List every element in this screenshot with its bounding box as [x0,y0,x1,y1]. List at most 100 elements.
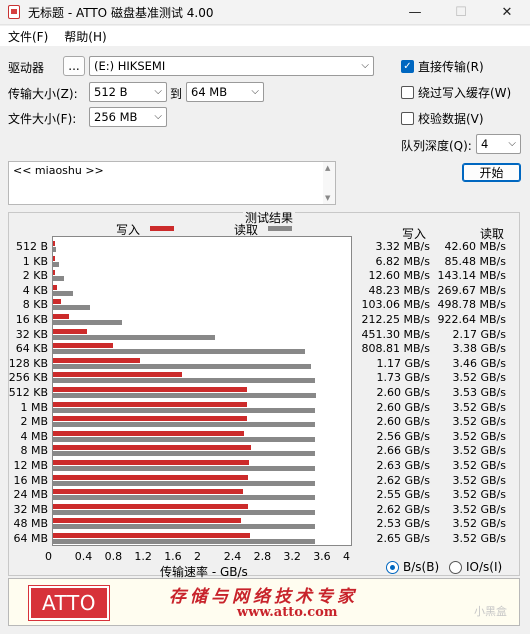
transfer-size-label: 传输大小(Z): [8,87,78,101]
read-value: 3.38 GB/s [452,342,507,356]
read-value: 3.52 GB/s [452,444,507,458]
write-value: 2.62 GB/s [376,473,431,487]
row-label: 24 MB [13,488,48,502]
close-button[interactable]: ✕ [484,0,530,25]
write-bar [53,357,141,363]
write-value: 2.56 GB/s [376,429,431,443]
write-bar [53,401,247,407]
read-value: 3.52 GB/s [452,400,507,414]
queue-depth-select[interactable]: 4 ⌵ [476,134,521,154]
row-label: 2 KB [22,269,48,283]
read-value: 3.52 GB/s [452,517,507,531]
read-value: 143.14 MB/s [437,269,506,283]
unit-ios-radio[interactable]: IO/s(I) [449,560,502,574]
read-bar [53,393,316,398]
verify-checkbox[interactable]: 校验数据(V) [401,110,484,127]
queue-depth-label: 队列深度(Q): [401,139,472,153]
start-button[interactable]: 开始 [462,163,521,182]
scroll-down-icon[interactable]: ▼ [325,194,330,202]
chevron-down-icon: ⌵ [154,111,162,122]
write-bar [53,284,57,290]
direct-io-checkbox[interactable]: ✓ 直接传输(R) [401,58,484,75]
write-value: 1.73 GB/s [376,371,431,385]
x-tick-label: 2.4 [223,550,242,563]
atto-logo: ATTO [29,586,109,620]
read-bar [53,320,122,325]
read-value: 3.52 GB/s [452,502,507,516]
read-bar [53,422,316,428]
write-value: 2.65 GB/s [376,532,431,545]
read-value: 3.52 GB/s [452,473,507,487]
read-value: 3.52 GB/s [452,415,507,429]
maximize-button[interactable]: ☐ [438,0,484,25]
write-value: 808.81 MB/s [361,342,430,356]
transfer-to-value: 64 MB [191,85,228,99]
row-label: 16 KB [15,313,48,326]
file-size-value: 256 MB [94,110,138,124]
write-bar [53,474,249,480]
unit-bs-radio[interactable]: B/s(B) [386,560,439,574]
transfer-from-select[interactable]: 512 B ⌵ [89,82,167,102]
minimize-button[interactable]: — [392,0,438,25]
radio-icon [449,560,462,574]
checkbox-checked-icon: ✓ [401,60,414,73]
read-value: 3.52 GB/s [452,429,507,443]
x-tick-label: 1.6 [164,550,182,563]
title-bar: 无标题 - ATTO 磁盘基准测试 4.00 — ☐ ✕ [0,0,530,25]
banner-url[interactable]: www.atto.com [237,605,338,620]
read-bar [53,349,305,355]
write-value: 2.60 GB/s [376,386,431,399]
transfer-from-value: 512 B [94,85,128,99]
write-value: 6.82 MB/s [375,254,430,268]
write-bar [53,372,182,378]
description-textarea[interactable]: << miaoshu >> ▲ ▼ [8,161,336,205]
write-bar [53,255,55,261]
x-tick-label: 2 [194,550,201,563]
x-tick-label: 0.8 [104,550,123,563]
x-tick-label: 0.4 [74,550,93,563]
menu-file[interactable]: 文件(F) [0,28,56,45]
drive-select-value: (E:) HIKSEMI [94,59,166,73]
chevron-down-icon: ⌵ [508,138,516,149]
row-label: 128 KB [8,356,48,370]
description-scrollbar[interactable]: ▲ ▼ [323,162,335,204]
read-value: 269.67 MB/s [437,283,506,297]
chevron-down-icon: ⌵ [251,86,259,97]
verify-label: 校验数据(V) [418,112,484,126]
transfer-to-select[interactable]: 64 MB ⌵ [186,82,264,102]
write-value: 12.60 MB/s [368,269,430,283]
write-bar [53,270,55,276]
row-label: 4 MB [20,429,48,443]
read-value: 498.78 MB/s [437,298,506,312]
legend-write-swatch [150,226,174,231]
row-label: 4 KB [22,283,48,297]
banner-slogan: 存储与网络技术专家 [169,587,358,607]
read-value: 3.52 GB/s [452,488,507,502]
row-label: 8 MB [20,444,48,458]
bypass-cache-checkbox[interactable]: 绕过写入缓存(W) [401,84,511,101]
write-bar [53,445,252,451]
atto-banner[interactable]: ATTO 存储与网络技术专家 www.atto.com [8,578,520,626]
scroll-up-icon[interactable]: ▲ [325,164,330,172]
read-value: 42.60 MB/s [444,240,506,253]
checkbox-icon [401,112,414,125]
write-bar [53,343,114,349]
read-bar [53,276,64,282]
write-bar [53,430,244,436]
menu-help[interactable]: 帮助(H) [56,28,114,45]
read-bar [53,334,215,340]
menu-bar: 文件(F) 帮助(H) [0,26,530,46]
chevron-down-icon: ⌵ [154,86,162,97]
x-tick-label: 0 [45,550,52,563]
write-value: 103.06 MB/s [361,298,430,312]
direct-io-label: 直接传输(R) [418,60,484,74]
write-bar [53,241,55,246]
write-bar [53,518,242,524]
drive-select[interactable]: (E:) HIKSEMI ⌵ [89,56,374,76]
file-size-select[interactable]: 256 MB ⌵ [89,107,167,127]
write-value: 2.62 GB/s [376,502,431,516]
browse-button[interactable]: ... [63,56,85,76]
x-tick-label: 2.8 [253,550,272,563]
read-bar [53,480,316,486]
read-bar [53,495,316,501]
